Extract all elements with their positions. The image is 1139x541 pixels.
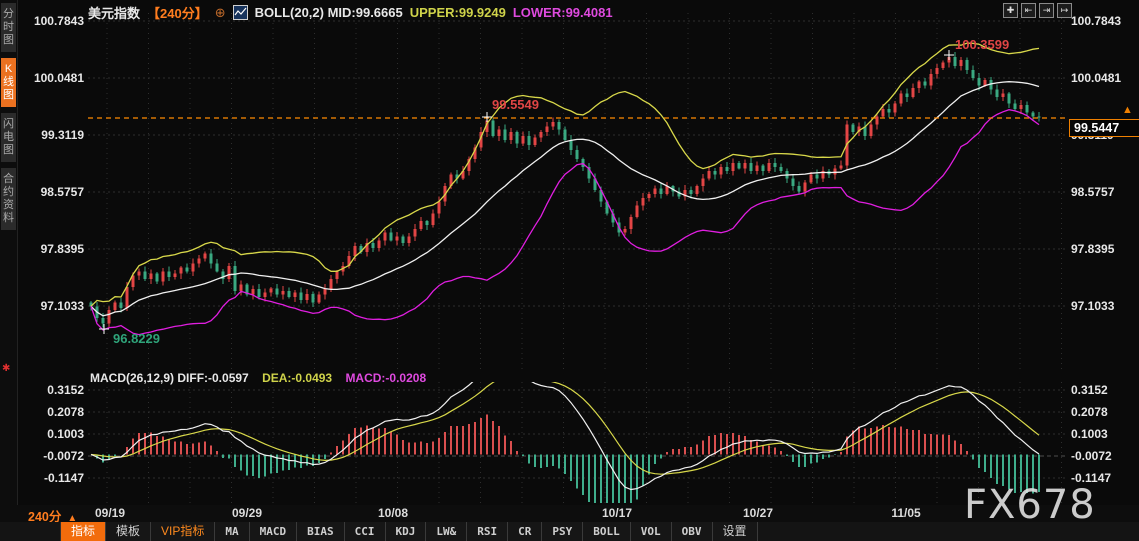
toolbar-lw-button[interactable]: LW& (426, 522, 468, 541)
axis-label: 97.1033 (40, 299, 84, 313)
toolbar-vol-button[interactable]: VOL (630, 522, 672, 541)
price-marker-icon: ▲ (1122, 104, 1133, 116)
date-label: 10/08 (377, 506, 409, 520)
toolbar-spacer (0, 522, 61, 541)
candles (89, 52, 1041, 329)
toolbar-settings-button[interactable]: 设置 (712, 522, 758, 541)
axis-label: 0.1003 (47, 427, 84, 441)
toolbar-vip-indicators-button[interactable]: VIP指标 (151, 522, 216, 541)
date-label: 09/29 (231, 506, 263, 520)
toolbar-cci-button[interactable]: CCI (344, 522, 386, 541)
axis-label: 0.2078 (1071, 405, 1108, 419)
axis-label: 100.7843 (33, 14, 84, 28)
axis-label: -0.0072 (43, 449, 84, 463)
axis-label: 97.1033 (1071, 299, 1115, 313)
current-price-badge: 99.5447 (1069, 119, 1139, 137)
toolbar-boll-button[interactable]: BOLL (583, 522, 631, 541)
indicator-toolbar: 指标 模板 VIP指标 MA MACD BIAS CCI KDJ LW& RSI… (0, 522, 1139, 541)
axis-label: -0.1147 (43, 471, 84, 485)
date-label: 09/19 (94, 506, 126, 520)
chart-tool-icons: ✚ ⇤ ⇥ ↦ (1003, 3, 1072, 18)
period-label[interactable]: 【240分】 (147, 3, 208, 22)
toolbar-cr-button[interactable]: CR (508, 522, 543, 541)
macd-diff-legend: MACD(26,12,9) DIFF:-0.0597 (90, 371, 249, 385)
left-price-axis: 100.7843 100.0481 99.3119 98.5757 97.8395 97.… (20, 0, 84, 521)
axis-label: 98.5757 (40, 185, 84, 199)
swing-low-label: 96.8229 (113, 331, 160, 346)
date-label: 11/05 (891, 506, 921, 520)
axis-label: -0.0072 (1071, 449, 1112, 463)
toolbar-kdj-button[interactable]: KDJ (385, 522, 427, 541)
target-icon[interactable]: ⊕ (215, 5, 226, 21)
axis-label: 100.0481 (1071, 71, 1122, 85)
trading-app-window: 分时图 K线图 闪电图 合约资料 ✱ 美元指数 【240分】 ⊕ BOLL(20… (0, 0, 1139, 541)
macd-value-legend: MACD:-0.0208 (345, 371, 427, 385)
swing-high-label: 99.5549 (492, 97, 539, 112)
shift-right-icon[interactable]: ↦ (1057, 3, 1072, 18)
axis-label: 100.7843 (1071, 14, 1122, 28)
date-label: 10/17 (601, 506, 633, 520)
toolbar-macd-button[interactable]: MACD (249, 522, 298, 541)
boll-bands (90, 42, 1040, 336)
compress-right-icon[interactable]: ⇥ (1039, 3, 1054, 18)
macd-header: MACD(26,12,9) DIFF:-0.0597 DEA:-0.0493 M… (90, 371, 426, 385)
chart-header: 美元指数 【240分】 ⊕ BOLL(20,2) MID:99.6665 UPP… (88, 3, 613, 22)
axis-label: 0.3152 (1071, 383, 1108, 397)
toolbar-psy-button[interactable]: PSY (542, 522, 584, 541)
swing-high-label: 100.3599 (955, 37, 1010, 52)
toolbar-obv-button[interactable]: OBV (671, 522, 713, 541)
toolbar-templates-button[interactable]: 模板 (106, 522, 152, 541)
toolbar-rsi-button[interactable]: RSI (467, 522, 509, 541)
mini-chart-icon (232, 5, 248, 20)
toolbar-bias-button[interactable]: BIAS (297, 522, 345, 541)
right-price-axis: 100.7843100.048199.311998.575797.839597.… (1071, 0, 1135, 521)
toolbar-indicators-button[interactable]: 指标 (61, 522, 107, 541)
boll-upper-legend: UPPER:99.9249 (409, 5, 506, 20)
axis-label: 97.8395 (1071, 242, 1115, 256)
axis-label: 97.8395 (40, 242, 84, 256)
crosshair-icon[interactable]: ✚ (1003, 3, 1018, 18)
axis-label: 100.0481 (33, 71, 84, 85)
axis-label: 98.5757 (1071, 185, 1115, 199)
chart-canvas[interactable] (0, 0, 1139, 541)
macd-dea-legend: DEA:-0.0493 (262, 371, 333, 385)
axis-label: 0.3152 (47, 383, 84, 397)
axis-label: 0.2078 (47, 405, 84, 419)
compress-left-icon[interactable]: ⇤ (1021, 3, 1036, 18)
date-label: 10/27 (742, 506, 774, 520)
boll-mid-legend: BOLL(20,2) MID:99.6665 (254, 5, 403, 20)
axis-label: 0.1003 (1071, 427, 1108, 441)
boll-lower-legend: LOWER:99.4081 (512, 5, 613, 20)
axis-label: 99.3119 (41, 128, 84, 142)
symbol-title: 美元指数 (88, 6, 141, 21)
toolbar-ma-button[interactable]: MA (215, 522, 250, 541)
